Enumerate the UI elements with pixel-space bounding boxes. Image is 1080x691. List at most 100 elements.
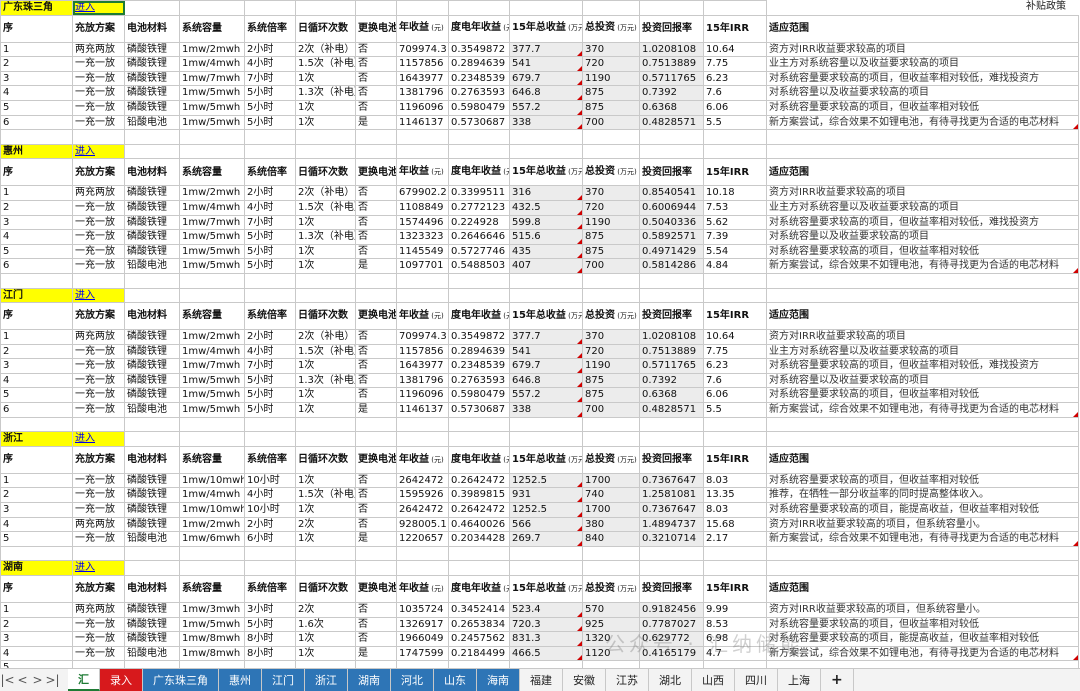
cell[interactable]: 599.8: [509, 214, 583, 231]
cell[interactable]: [766, 272, 1079, 289]
column-header[interactable]: 总投资 (万元): [582, 445, 640, 474]
cell[interactable]: 1mw/4mwh: [179, 56, 245, 72]
cell[interactable]: 磷酸铁锂: [124, 329, 180, 345]
cell[interactable]: 7小时: [244, 214, 296, 231]
cell[interactable]: 1次: [295, 531, 356, 547]
cell[interactable]: 资方对IRR收益要求较高的项目，但系统容量小。: [766, 602, 1079, 618]
region-link[interactable]: 进入: [72, 0, 125, 16]
cell[interactable]: 0.3549872: [448, 329, 510, 345]
cell[interactable]: [766, 560, 1079, 576]
cell[interactable]: [509, 287, 583, 304]
cell[interactable]: 一充一放: [72, 70, 125, 87]
cell[interactable]: 740: [582, 487, 640, 504]
cell[interactable]: [766, 143, 1079, 160]
cell[interactable]: [244, 545, 296, 562]
cell[interactable]: 1mw/4mwh: [179, 487, 245, 504]
cell[interactable]: 对系统容量要求较高的项目，但收益率相对较低，难找投资方: [766, 358, 1079, 374]
cell[interactable]: 7.75: [703, 56, 767, 72]
cell[interactable]: 磷酸铁锂: [124, 243, 180, 260]
cell[interactable]: 0.3452414: [448, 602, 510, 618]
cell[interactable]: [448, 272, 510, 289]
cell[interactable]: 4小时: [244, 487, 296, 504]
sheet-tab[interactable]: 海南: [477, 669, 520, 691]
cell[interactable]: 一充一放: [72, 114, 125, 131]
cell[interactable]: 新方案尝试，综合效果不如锂电池，有待寻找更为合适的电芯材料: [766, 114, 1079, 131]
sheet-tab[interactable]: 浙江: [305, 669, 348, 691]
cell[interactable]: 否: [355, 387, 397, 404]
cell[interactable]: 对系统容量要求较高的项目，但收益率相对较低: [766, 387, 1079, 404]
cell[interactable]: 15.68: [703, 516, 767, 533]
cell[interactable]: [355, 287, 397, 304]
cell[interactable]: 0.2763593: [448, 372, 510, 389]
sheet-tab[interactable]: 江苏: [606, 669, 649, 691]
sheet-tab[interactable]: 山东: [434, 669, 477, 691]
cell[interactable]: 0.9182456: [639, 602, 704, 618]
sheet-tab[interactable]: 惠州: [219, 669, 262, 691]
cell[interactable]: 5.62: [703, 214, 767, 231]
cell[interactable]: 1mw/10mwh: [179, 472, 245, 489]
cell[interactable]: 8.03: [703, 472, 767, 489]
cell[interactable]: 磷酸铁锂: [124, 487, 180, 504]
cell[interactable]: [295, 272, 356, 289]
cell[interactable]: 6: [0, 402, 73, 418]
cell[interactable]: 7小时: [244, 358, 296, 374]
sheet-tab[interactable]: 上海: [778, 669, 821, 691]
cell[interactable]: 磷酸铁锂: [124, 41, 180, 58]
cell[interactable]: 否: [355, 185, 397, 201]
cell[interactable]: 0.7392: [639, 85, 704, 101]
cell[interactable]: 7.6: [703, 372, 767, 389]
cell[interactable]: 新方案尝试，综合效果不如锂电池，有待寻找更为合适的电芯材料: [766, 258, 1079, 274]
cell[interactable]: 557.2: [509, 99, 583, 116]
cell[interactable]: [124, 660, 180, 668]
cell[interactable]: 磷酸铁锂: [124, 56, 180, 72]
cell[interactable]: 1mw/5mwh: [179, 387, 245, 404]
cell[interactable]: [448, 416, 510, 433]
column-header[interactable]: 度电年收益 (元): [448, 445, 510, 474]
cell[interactable]: 5: [0, 387, 73, 404]
cell[interactable]: [244, 272, 296, 289]
column-header[interactable]: 更换电池: [355, 302, 397, 331]
cell[interactable]: 4小时: [244, 56, 296, 72]
column-header[interactable]: 投资回报率: [639, 302, 704, 331]
cell[interactable]: 700: [582, 258, 640, 274]
cell[interactable]: 一充一放: [72, 85, 125, 101]
cell[interactable]: 0.3210714: [639, 531, 704, 547]
cell[interactable]: 5: [0, 243, 73, 260]
cell[interactable]: 1595926: [396, 487, 449, 504]
cell[interactable]: 铅酸电池: [124, 402, 180, 418]
cell[interactable]: [766, 431, 1079, 447]
cell[interactable]: 3: [0, 70, 73, 87]
cell[interactable]: 一充一放: [72, 214, 125, 231]
cell[interactable]: 2: [0, 199, 73, 216]
cell[interactable]: [72, 272, 125, 289]
cell[interactable]: 1mw/5mwh: [179, 114, 245, 131]
cell[interactable]: 7.53: [703, 199, 767, 216]
cell[interactable]: [124, 143, 180, 160]
cell[interactable]: 1次: [295, 99, 356, 116]
cell[interactable]: 720: [582, 56, 640, 72]
cell[interactable]: [295, 416, 356, 433]
column-header[interactable]: 系统倍率: [244, 302, 296, 331]
cell[interactable]: 3: [0, 502, 73, 518]
cell[interactable]: [396, 143, 449, 160]
cell[interactable]: [448, 545, 510, 562]
cell[interactable]: [179, 0, 245, 16]
cell[interactable]: [582, 431, 640, 447]
cell[interactable]: 0.6368: [639, 387, 704, 404]
cell[interactable]: 679.7: [509, 358, 583, 374]
cell[interactable]: 两充两放: [72, 329, 125, 345]
cell[interactable]: [639, 287, 704, 304]
cell[interactable]: 5.5: [703, 402, 767, 418]
cell[interactable]: 一充一放: [72, 616, 125, 633]
cell[interactable]: 709974.3: [396, 329, 449, 345]
cell[interactable]: 1220657: [396, 531, 449, 547]
cell[interactable]: 是: [355, 258, 397, 274]
cell[interactable]: 1次: [295, 472, 356, 489]
cell[interactable]: 一充一放: [72, 343, 125, 360]
cell[interactable]: [582, 287, 640, 304]
cell[interactable]: 1: [0, 329, 73, 345]
cell[interactable]: 3: [0, 631, 73, 647]
cell[interactable]: 资方对IRR收益要求较高的项目: [766, 185, 1079, 201]
cell[interactable]: 570: [582, 602, 640, 618]
cell[interactable]: 0.2184499: [448, 645, 510, 662]
